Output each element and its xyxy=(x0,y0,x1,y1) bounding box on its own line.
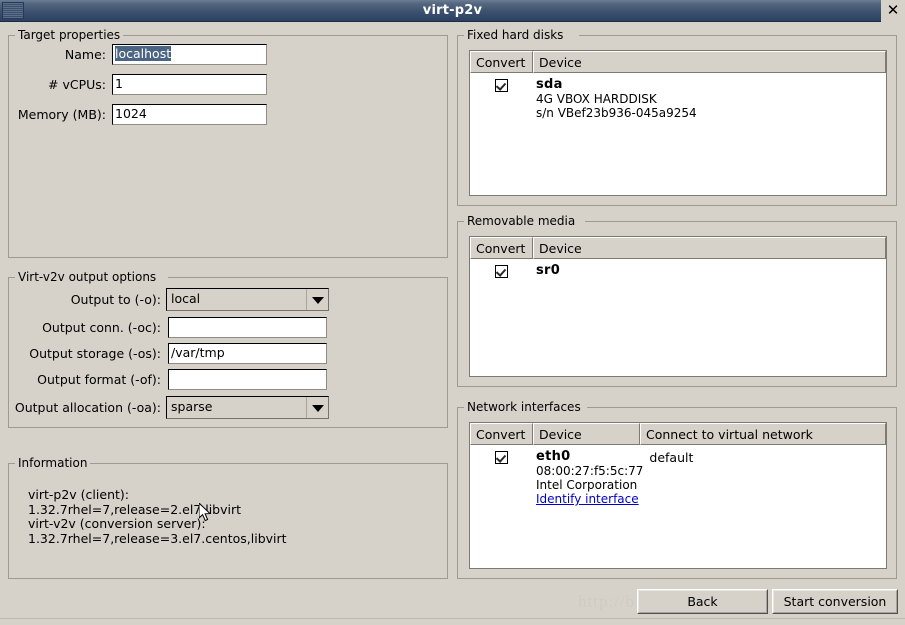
column-header-convert: Convert xyxy=(470,51,533,73)
table-row[interactable]: sr0 xyxy=(470,259,886,278)
fixed-hard-disks-legend: Fixed hard disks xyxy=(465,28,567,42)
information-text: virt-p2v (client): 1.32.7rhel=7,release=… xyxy=(28,487,287,546)
chevron-down-icon[interactable] xyxy=(306,397,328,418)
convert-checkbox-cell[interactable] xyxy=(470,78,533,92)
output-format-label: Output format (-of): xyxy=(37,372,161,387)
removable-media-group: Removable media Convert Device sr0 xyxy=(457,214,897,387)
output-allocation-value: sparse xyxy=(171,399,213,414)
table-header: Convert Device xyxy=(470,237,886,259)
information-group: Information virt-p2v (client): 1.32.7rhe… xyxy=(8,456,448,579)
output-allocation-label: Output allocation (-oa): xyxy=(14,400,161,415)
memory-label: Memory (MB): xyxy=(17,107,106,122)
device-name: sr0 xyxy=(536,263,561,278)
removable-media-legend: Removable media xyxy=(465,214,579,228)
target-properties-legend: Target properties xyxy=(16,28,124,42)
virt-p2v-window: virt-p2v ✕ Target properties Name: local… xyxy=(0,0,905,625)
fixed-hard-disks-group: Fixed hard disks Convert Device sda 4G V… xyxy=(457,28,897,206)
device-serial: s/n VBef23b936-045a9254 xyxy=(536,106,697,120)
device-vendor: Intel Corporation xyxy=(536,478,638,492)
device-mac: 08:00:27:f5:5c:77 xyxy=(536,464,644,478)
output-allocation-select[interactable]: sparse xyxy=(166,396,329,419)
convert-checkbox-cell[interactable] xyxy=(470,264,533,278)
output-conn-input[interactable] xyxy=(168,317,327,338)
table-row[interactable]: sda 4G VBOX HARDDISK s/n VBef23b936-045a… xyxy=(470,73,886,120)
identify-interface-link[interactable]: Identify interface xyxy=(536,492,643,506)
convert-checkbox[interactable] xyxy=(495,265,508,278)
footer-divider xyxy=(0,618,905,619)
convert-checkbox[interactable] xyxy=(495,79,508,92)
column-header-network: Connect to virtual network xyxy=(640,423,886,445)
vcpus-label: # vCPUs: xyxy=(48,77,106,92)
output-to-value: local xyxy=(171,291,201,306)
fixed-hard-disks-table: Convert Device sda 4G VBOX HARDDISK s/n … xyxy=(469,50,887,196)
table-body: eth0 08:00:27:f5:5c:77 Intel Corporation… xyxy=(470,445,886,506)
device-cell: eth0 08:00:27:f5:5c:77 Intel Corporation… xyxy=(533,449,644,507)
output-storage-label: Output storage (-os): xyxy=(29,346,161,361)
information-legend: Information xyxy=(16,456,91,470)
network-interfaces-table: Convert Device Connect to virtual networ… xyxy=(469,422,887,569)
vcpus-input-value: 1 xyxy=(115,76,123,91)
vcpus-input[interactable]: 1 xyxy=(112,74,267,95)
table-row[interactable]: eth0 08:00:27:f5:5c:77 Intel Corporation… xyxy=(470,445,886,506)
device-cell: sda 4G VBOX HARDDISK s/n VBef23b936-045a… xyxy=(533,77,697,121)
convert-checkbox-cell[interactable] xyxy=(470,450,533,464)
output-to-select[interactable]: local xyxy=(166,288,329,311)
device-name: sda xyxy=(536,77,563,92)
memory-input-value: 1024 xyxy=(115,106,147,121)
output-options-group: Virt-v2v output options Output to (-o): … xyxy=(8,270,448,428)
window-titlebar: virt-p2v ✕ xyxy=(0,0,905,22)
back-button-label: Back xyxy=(687,594,718,609)
convert-checkbox[interactable] xyxy=(495,451,508,464)
back-button[interactable]: Back xyxy=(637,589,768,614)
start-conversion-button-label: Start conversion xyxy=(783,594,887,609)
output-conn-label: Output conn. (-oc): xyxy=(42,320,161,335)
output-storage-input[interactable]: /var/tmp xyxy=(168,343,327,364)
chevron-down-icon[interactable] xyxy=(306,289,328,310)
device-cell: sr0 xyxy=(533,264,560,278)
device-name: eth0 xyxy=(536,449,571,464)
column-header-device: Device xyxy=(533,51,886,73)
column-header-device: Device xyxy=(533,423,640,445)
target-properties-group: Target properties Name: localhost # vCPU… xyxy=(8,28,448,258)
output-options-legend: Virt-v2v output options xyxy=(16,270,160,284)
table-header: Convert Device xyxy=(470,51,886,73)
output-storage-value: /var/tmp xyxy=(171,345,225,360)
name-input-value: localhost xyxy=(115,46,172,61)
virtual-network-cell[interactable]: default xyxy=(643,450,693,465)
output-format-input[interactable] xyxy=(168,369,327,390)
window-title: virt-p2v xyxy=(422,3,483,18)
column-header-convert: Convert xyxy=(470,237,533,259)
close-icon[interactable]: ✕ xyxy=(881,0,905,22)
table-body: sr0 xyxy=(470,259,886,278)
network-interfaces-legend: Network interfaces xyxy=(465,400,584,414)
device-detail: 4G VBOX HARDDISK xyxy=(536,92,657,106)
column-header-convert: Convert xyxy=(470,423,533,445)
output-to-label: Output to (-o): xyxy=(70,292,161,307)
column-header-device: Device xyxy=(533,237,886,259)
table-body: sda 4G VBOX HARDDISK s/n VBef23b936-045a… xyxy=(470,73,886,120)
name-input[interactable]: localhost xyxy=(112,44,267,65)
table-header: Convert Device Connect to virtual networ… xyxy=(470,423,886,445)
removable-media-table: Convert Device sr0 xyxy=(469,236,887,377)
start-conversion-button[interactable]: Start conversion xyxy=(772,589,898,614)
memory-input[interactable]: 1024 xyxy=(112,104,267,125)
name-label: Name: xyxy=(64,47,106,62)
network-interfaces-group: Network interfaces Convert Device Connec… xyxy=(457,400,897,579)
